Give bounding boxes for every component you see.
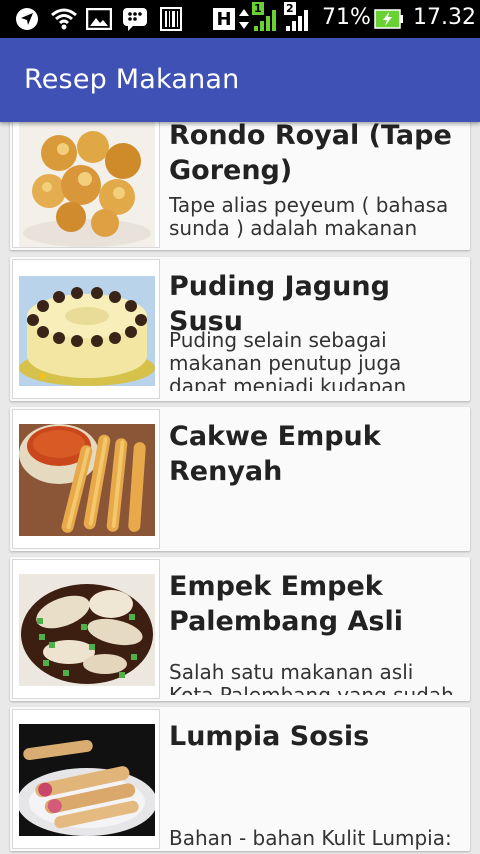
cakwe-image bbox=[19, 424, 155, 536]
app-bar: Resep Makanan bbox=[0, 38, 480, 122]
recipe-title: Lumpia Sosis bbox=[169, 721, 370, 752]
battery-charging-icon bbox=[374, 6, 404, 32]
signal-sim1-icon: 1 bbox=[252, 2, 282, 32]
recipe-description: Bahan - bahan Kulit Lumpia: bbox=[169, 827, 452, 850]
thumbnail-frame bbox=[12, 409, 160, 549]
data-arrows-icon bbox=[238, 6, 250, 32]
barcode-icon bbox=[160, 6, 182, 32]
signal-sim2-icon: 2 bbox=[284, 2, 314, 32]
bbm-icon bbox=[122, 6, 148, 32]
recipe-card[interactable]: Puding Jagung Susu Puding selain sebagai… bbox=[10, 257, 470, 401]
corn-pudding-image bbox=[19, 276, 155, 386]
battery-percent: 71% bbox=[322, 5, 371, 30]
thumbnail-frame bbox=[12, 559, 160, 699]
recipe-card[interactable]: Cakwe Empuk Renyah bbox=[10, 407, 470, 551]
hplus-icon: H bbox=[213, 8, 235, 30]
recipe-description: Tape alias peyeum ( bahasa sunda ) adala… bbox=[169, 194, 449, 240]
recipe-description: Salah satu makanan asli Kota Palembang y… bbox=[169, 661, 454, 695]
recipe-title: Empek Empek Palembang Asli bbox=[169, 571, 403, 637]
recipe-card[interactable]: Rondo Royal (Tape Goreng) Tape alias pey… bbox=[10, 122, 470, 250]
wifi-icon bbox=[50, 6, 78, 32]
status-bar: H 1 2 71% 17.32 bbox=[0, 0, 480, 38]
lumpia-image bbox=[19, 724, 155, 836]
recipe-card[interactable]: Lumpia Sosis Bahan - bahan Kulit Lumpia: bbox=[10, 707, 470, 851]
recipe-description bbox=[169, 479, 459, 541]
thumbnail-frame bbox=[12, 709, 160, 849]
recipe-list[interactable]: Rondo Royal (Tape Goreng) Tape alias pey… bbox=[0, 122, 480, 854]
recipe-card[interactable]: Empek Empek Palembang Asli Salah satu ma… bbox=[10, 557, 470, 701]
gallery-icon bbox=[86, 6, 112, 32]
fried-tape-image bbox=[19, 122, 155, 247]
recipe-description: Puding selain sebagai makanan penutup ju… bbox=[169, 329, 407, 391]
thumbnail-frame bbox=[12, 259, 160, 399]
app-title: Resep Makanan bbox=[24, 64, 240, 95]
location-icon bbox=[14, 6, 40, 32]
thumbnail-frame bbox=[12, 122, 160, 248]
clock: 17.32 bbox=[413, 5, 476, 30]
recipe-title: Rondo Royal (Tape Goreng) bbox=[169, 122, 452, 186]
pempek-image bbox=[19, 574, 155, 686]
